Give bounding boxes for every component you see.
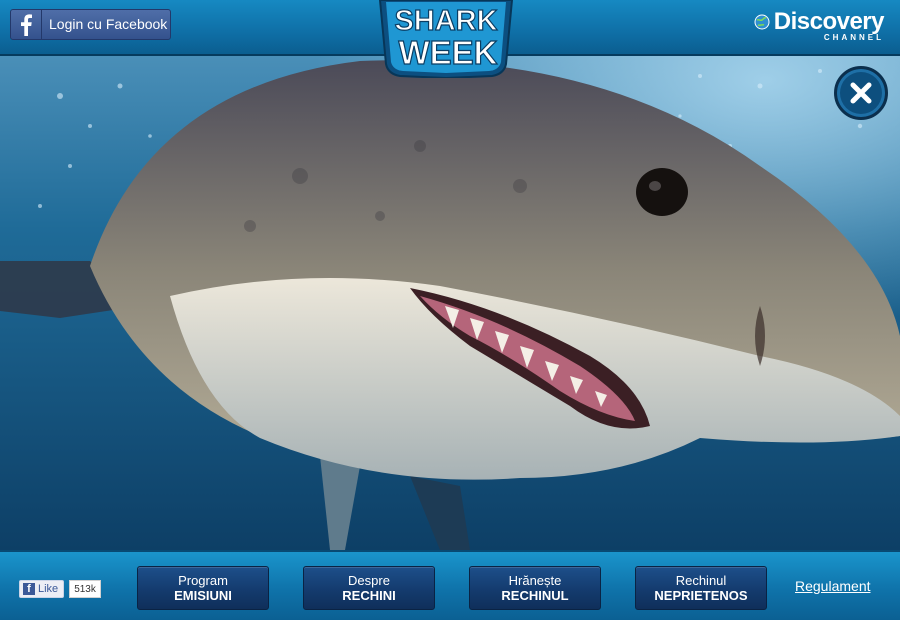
close-button[interactable] [834, 66, 888, 120]
like-button[interactable]: f Like [19, 580, 65, 598]
facebook-login-label: Login cu Facebook [49, 16, 168, 32]
regulament-link[interactable]: Regulament [795, 578, 871, 594]
facebook-like-widget: f Like 513k [19, 580, 101, 598]
nav-button-line1: Despre [348, 573, 390, 588]
shark-week-logo: SHARK WEEK [378, 0, 514, 78]
nav-button-line2: RECHINI [342, 588, 396, 603]
logo-line1: SHARK [394, 5, 497, 37]
nav-button-line1: Rechinul [675, 573, 727, 588]
bottom-bar: f Like 513k Program EMISIUNI Despre RECH… [0, 550, 900, 620]
nav-button-line1: Hrănește [508, 573, 562, 588]
nav-button-line1: Program [178, 573, 228, 588]
facebook-icon: f [23, 583, 35, 595]
discovery-name: Discovery [773, 8, 885, 35]
nav-button-line2: NEPRIETENOS [654, 588, 748, 603]
logo-line2: WEEK [399, 34, 498, 71]
nav-hraneste-rechinul-button[interactable]: Hrănește RECHINUL [469, 566, 601, 610]
nav-program-emisiuni-button[interactable]: Program EMISIUNI [137, 566, 269, 610]
nav-button-line2: RECHINUL [501, 588, 569, 603]
nav-despre-rechini-button[interactable]: Despre RECHINI [303, 566, 435, 610]
facebook-icon [11, 10, 42, 39]
close-icon [850, 82, 872, 104]
shark-photo [0, 56, 900, 550]
facebook-login-button[interactable]: Login cu Facebook [10, 9, 171, 40]
discovery-channel-logo: Discovery CHANNEL [754, 8, 885, 42]
nav-rechinul-neprietenos-button[interactable]: Rechinul NEPRIETENOS [635, 566, 767, 610]
like-label: Like [38, 583, 59, 595]
nav-button-line2: EMISIUNI [174, 588, 232, 603]
globe-icon [754, 14, 770, 30]
like-count: 513k [69, 580, 101, 598]
